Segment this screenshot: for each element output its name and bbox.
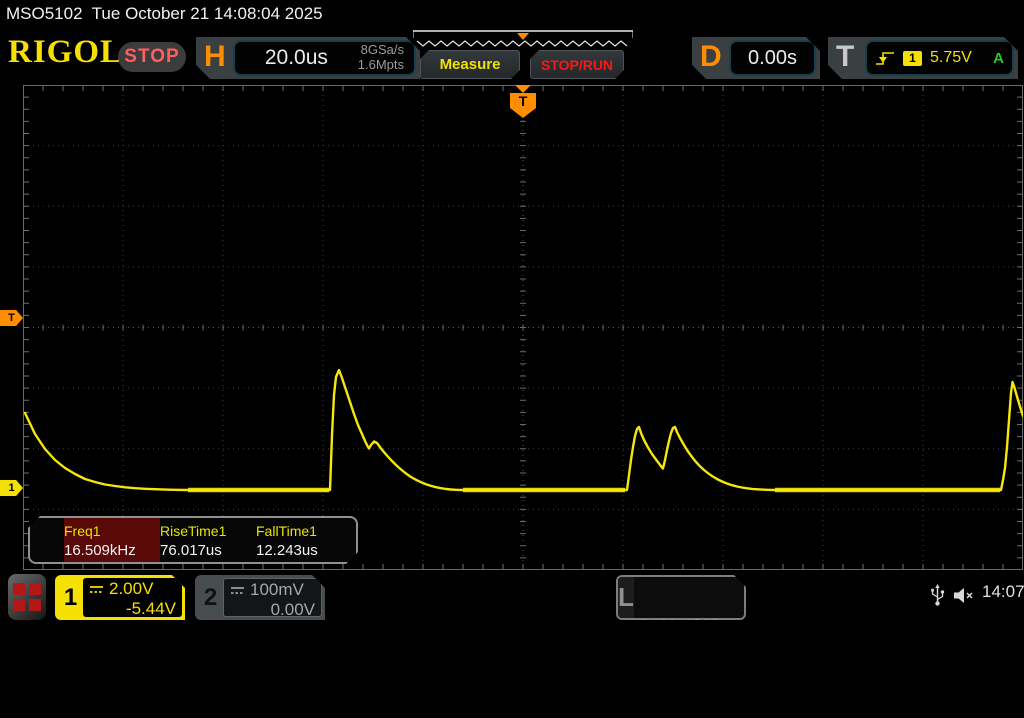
trigger-mode: A — [993, 49, 1004, 67]
speaker-muted-icon[interactable] — [953, 587, 976, 604]
rigol-logo: RIGOL — [8, 34, 124, 70]
logic-row-8-15: 8 9 10 11 12 13 14 15 — [641, 669, 752, 682]
sample-rate: 8GSa/s — [360, 42, 404, 58]
measure-button-label: Measure — [439, 56, 501, 73]
dc-coupling-icon — [230, 586, 245, 595]
trigger-level-value[interactable]: 5.75V — [930, 49, 972, 67]
logic-row-0-7: 0 1 2 3 4 5 6 7 — [641, 618, 719, 631]
trigger-level-marker[interactable]: T — [0, 310, 23, 326]
stop-run-button[interactable]: STOP/RUN — [530, 50, 624, 79]
menu-grid-icon — [13, 583, 41, 611]
memory-depth: 1.6Mpts — [357, 57, 404, 72]
measurement-panel[interactable]: Freq1 16.509kHz RiseTime1 76.017us FallT… — [28, 516, 358, 564]
measurement-label: FallTime1 — [256, 523, 317, 539]
channel1-box[interactable]: 1 2.00V -5.44V — [55, 575, 185, 620]
waveform-display[interactable] — [23, 85, 1023, 570]
delay-label: D — [700, 40, 722, 73]
measurement-freq[interactable]: Freq1 16.509kHz — [64, 518, 160, 562]
measurement-value: 76.017us — [160, 542, 222, 559]
channel2-box[interactable]: 2 100mV 0.00V — [195, 575, 325, 620]
measurement-label: RiseTime1 — [160, 523, 227, 539]
delay-settings-box[interactable]: D 0.00s — [692, 37, 820, 79]
measurement-value: 12.243us — [256, 542, 318, 559]
acquisition-rates: 8GSa/s 1.6Mpts — [358, 43, 414, 73]
channel2-number: 2 — [203, 584, 218, 611]
logic-label: L — [618, 577, 634, 618]
channel1-offset: -5.44V — [125, 599, 176, 618]
horizontal-settings-box[interactable]: H 20.0us 8GSa/s 1.6Mpts — [196, 37, 420, 79]
header-bar: RIGOL STOP H 20.0us 8GSa/s 1.6Mpts Measu… — [0, 28, 1024, 82]
title-bar: MSO5102 Tue October 21 14:08:04 2025 — [0, 0, 1024, 28]
measurement-label: Freq1 — [64, 523, 101, 539]
model-and-datetime: MSO5102 Tue October 21 14:08:04 2025 — [6, 4, 323, 23]
measure-button[interactable]: Measure — [420, 50, 520, 79]
measurement-risetime[interactable]: RiseTime1 76.017us — [160, 518, 256, 562]
channel1-ground-marker[interactable]: 1 — [0, 480, 23, 496]
channel2-scale: 100mV — [250, 580, 304, 599]
trigger-settings-box[interactable]: T 1 5.75V A — [828, 37, 1018, 79]
stop-run-button-label: STOP/RUN — [540, 56, 614, 73]
trigger-slope-icon — [875, 49, 895, 67]
horizontal-label: H — [204, 40, 226, 73]
trigger-position-arrow-icon[interactable] — [515, 85, 531, 93]
delay-value[interactable]: 0.00s — [731, 47, 814, 70]
waveform-memory-bar[interactable] — [413, 30, 633, 50]
bottom-bar: 1 2.00V -5.44V 2 100mV 0.00V L 0 1 2 3 4… — [0, 570, 1024, 630]
channel2-offset: 0.00V — [270, 600, 315, 619]
logic-channels-box[interactable]: L 0 1 2 3 4 5 6 7 8 9 10 11 12 13 14 15 — [616, 575, 746, 620]
trigger-label: T — [836, 40, 855, 73]
channel1-scale: 2.00V — [109, 579, 154, 598]
usb-icon — [931, 584, 945, 606]
menu-grid-button[interactable] — [8, 574, 46, 620]
channel1-number: 1 — [63, 584, 78, 611]
trigger-source-badge: 1 — [903, 51, 922, 66]
dc-coupling-icon — [89, 585, 104, 594]
clock: 14:07 — [982, 582, 1024, 601]
measurement-value: 16.509kHz — [64, 542, 136, 559]
measurement-falltime[interactable]: FallTime1 12.243us — [256, 518, 352, 562]
timebase-value[interactable]: 20.0us — [235, 46, 358, 70]
run-state-badge: STOP — [118, 42, 186, 72]
